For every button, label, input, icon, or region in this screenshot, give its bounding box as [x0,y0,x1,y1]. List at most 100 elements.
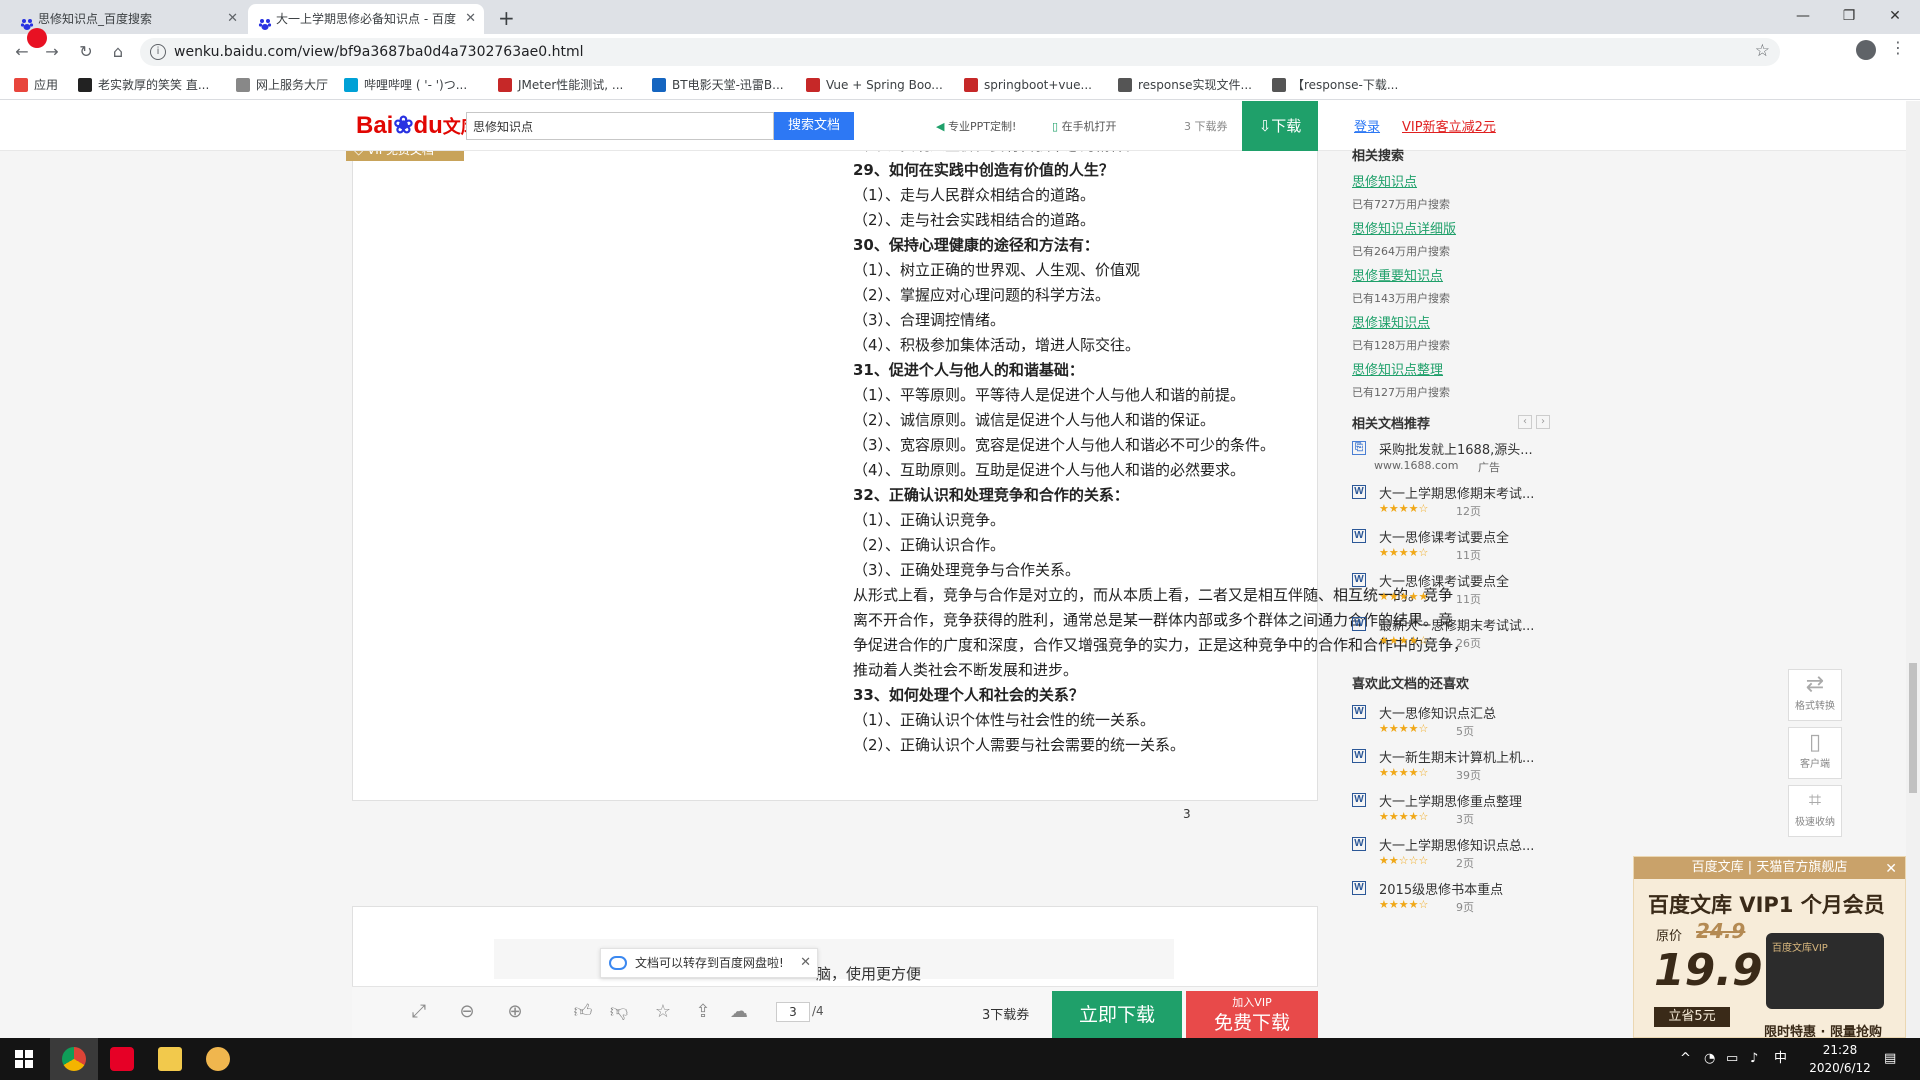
close-icon[interactable]: ✕ [800,949,811,977]
bookmark-item[interactable]: JMeter性能测试, ... [498,70,623,100]
related-search-link[interactable]: 思修知识点 [1352,171,1572,190]
cloud-save-icon[interactable]: ☁ [728,1001,750,1023]
minimize-button[interactable]: — [1780,2,1826,30]
vip-new-user-link[interactable]: VIP新客立减2元 [1402,116,1496,135]
vip-free-download-button[interactable]: 加入VIP 免费下载 [1186,991,1318,1038]
bookmark-star-icon[interactable]: ☆ [1755,41,1770,61]
close-icon[interactable]: ✕ [1885,861,1897,877]
tray-expand-icon[interactable]: ^ [1680,1038,1691,1080]
header-download-button[interactable]: ⇩下载 [1242,101,1318,151]
volume-icon[interactable]: ♪ [1750,1038,1758,1080]
clock[interactable]: 21:28 2020/6/12 [1804,1041,1876,1077]
doc-list-item[interactable]: W 大一新生期末计算机上机... ★★★★☆ 39页 [1352,747,1572,787]
scrollbar-thumb[interactable] [1909,663,1917,793]
doc-list-item[interactable]: W 2015级思修书本重点 ★★★★☆ 9页 [1352,879,1572,919]
limited-offer-text: 限时特惠 · 限量抢购 [1764,1025,1882,1038]
bookmark-item[interactable]: 老实敦厚的笑笑 直... [78,70,209,100]
float-button[interactable]: ⇄ 格式转换 [1788,669,1842,721]
bookmark-item[interactable]: Vue + Spring Boo... [806,70,943,100]
doc-title: 大一新生期末计算机上机... [1379,751,1535,766]
related-search-link[interactable]: 思修重要知识点 [1352,265,1572,284]
bookmark-item[interactable]: response实现文件... [1118,70,1252,100]
home-icon[interactable]: ⌂ [106,40,130,64]
doc-title: 大一思修课考试要点全 [1379,531,1510,546]
phone-icon: ▯ [1052,120,1059,133]
more-menu-icon[interactable]: ⋮ [1890,38,1906,57]
close-window-button[interactable]: ✕ [1872,2,1918,30]
bookmark-item[interactable]: BT电影天堂-迅雷B... [652,70,784,100]
ime-indicator[interactable]: 中 [1774,1038,1787,1080]
fullscreen-icon[interactable]: ⤢ [408,1001,430,1023]
taskbar-netease-music[interactable] [98,1038,146,1080]
login-link[interactable]: 登录 [1354,116,1380,135]
baidu-paw-icon [258,12,272,30]
zoom-out-icon[interactable]: ⊖ [456,1001,478,1023]
clock-time: 21:28 [1822,1043,1858,1057]
favorite-star-icon[interactable]: ☆ [652,1001,674,1023]
doc-list-item[interactable]: W 最新大一思修期末考试试... ★★★★☆ 26页 [1352,615,1572,655]
address-bar[interactable]: i wenku.baidu.com/view/bf9a3687ba0d4a730… [140,38,1780,66]
maximize-button[interactable]: ❐ [1826,2,1872,30]
tab-close-icon[interactable]: ✕ [227,4,238,34]
doc-list-item[interactable]: W 大一上学期思修知识点总... ★★☆☆☆ 2页 [1352,835,1572,875]
bookmark-item[interactable]: springboot+vue... [964,70,1092,100]
thumbs-down-icon[interactable]: 👎︎ [608,1001,630,1023]
doc-list-item[interactable]: W 大一上学期思修重点整理 ★★★★☆ 3页 [1352,791,1572,831]
bookmark-apps[interactable]: 应用 [14,70,58,100]
reload-icon[interactable]: ↻ [74,40,98,64]
bookmark-label: 应用 [34,78,59,92]
search-input[interactable] [467,113,773,139]
page-scrollbar[interactable] [1906,101,1920,1038]
bookmark-label: springboot+vue... [984,78,1092,92]
zoom-in-icon[interactable]: ⊕ [504,1001,526,1023]
tab-close-icon[interactable]: ✕ [465,4,476,34]
taskbar-chrome[interactable] [50,1038,98,1080]
taskbar-qq[interactable] [194,1038,242,1080]
header-tickets: 3 下载券 [1184,120,1228,133]
bookmark-item[interactable]: 网上服务大厅 [236,70,328,100]
sale-price: 19.9 [1654,945,1763,996]
doc-list-item[interactable]: W 大一思修课考试要点全 ★★★★☆ 11页 [1352,527,1572,567]
taskbar-file-explorer[interactable] [146,1038,194,1080]
doc-list-item[interactable]: W 大一思修课考试要点全 ★★★★★ 11页 [1352,571,1572,611]
new-tab-button[interactable]: + [498,4,515,32]
notification-icon[interactable]: ▤ [1884,1038,1896,1080]
url-text: wenku.baidu.com/view/bf9a3687ba0d4a73027… [174,44,584,60]
open-on-phone-link[interactable]: ▯ 在手机打开 [1052,118,1117,134]
vip-membership-ad[interactable]: 百度文库 | 天猫官方旗舰店 ✕ 百度文库 VIP1 个月会员 原价 24.9 … [1633,856,1906,1038]
next-page-icon[interactable]: › [1536,415,1550,429]
share-icon[interactable]: ⇪ [692,1001,714,1023]
float-button[interactable]: ▯ 客户端 [1788,727,1842,779]
bookmark-label: 网上服务大厅 [256,78,329,92]
netdisk-toast[interactable]: 文档可以转存到百度网盘啦! ✕ [600,948,818,978]
recording-indicator-icon [27,28,47,48]
related-search-link[interactable]: 思修知识点详细版 [1352,218,1572,237]
battery-icon[interactable]: ▭ [1726,1038,1738,1080]
site-info-icon[interactable]: i [150,44,166,60]
ppt-custom-link[interactable]: ◀ 专业PPT定制! [936,118,1016,134]
doc-list-item[interactable]: W 大一思修知识点汇总 ★★★★☆ 5页 [1352,703,1572,743]
profile-avatar-icon[interactable] [1856,40,1876,60]
tab-baidu-search[interactable]: 思修知识点_百度搜索 ✕ [10,4,246,34]
page-number-input[interactable]: 3 [776,1002,810,1022]
bookmark-item[interactable]: 【response-下载... [1272,70,1398,100]
network-icon[interactable]: ◔ [1704,1038,1715,1080]
bookmark-label: BT电影天堂-迅雷B... [672,78,784,92]
reader-toolbar: ⤢ ⊖ ⊕ 👍︎ 👎︎ ☆ ⇪ ☁ 3 /4 3下载券 立即下载 加入VIP 免… [352,986,1318,1038]
related-search-link[interactable]: 思修知识点整理 [1352,359,1572,378]
download-now-button[interactable]: 立即下载 [1052,991,1182,1038]
related-search-link[interactable]: 思修课知识点 [1352,312,1572,331]
thumbs-up-icon[interactable]: 👍︎ [572,1001,594,1023]
bookmark-favicon-icon [78,78,92,92]
float-button-label: 极速收纳 [1795,817,1835,828]
download-label: 下载 [1271,117,1302,135]
search-button[interactable]: 搜索文档 [774,112,854,140]
doc-list-item[interactable]: W 大一上学期思修期末考试... ★★★★☆ 12页 [1352,483,1572,523]
prev-page-icon[interactable]: ‹ [1518,415,1532,429]
search-box[interactable] [466,112,774,140]
tab-wenku-doc[interactable]: 大一上学期思修必备知识点 - 百度 ✕ [248,4,484,34]
baidu-wenku-logo[interactable]: Bai❀du文库 [356,111,479,140]
bookmark-item[interactable]: 哔哩哔哩 ( '- ')つ... [344,70,467,100]
start-button[interactable] [0,1038,48,1080]
float-button[interactable]: ⌗ 极速收纳 [1788,785,1842,837]
